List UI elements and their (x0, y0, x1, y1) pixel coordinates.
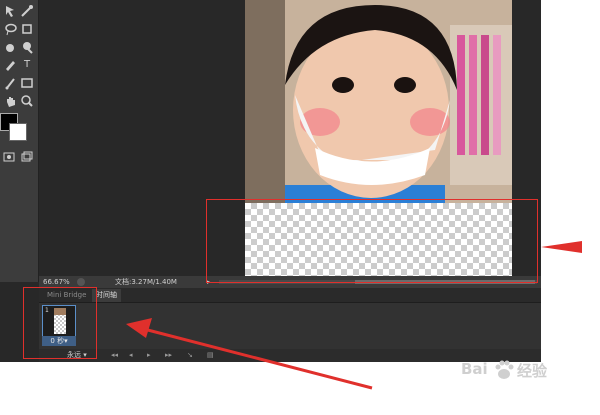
watermark-suffix: 经验 (517, 362, 548, 380)
arrow-bottom-icon (126, 318, 373, 390)
annotation-arrows (126, 241, 582, 390)
watermark-brand: Bai (461, 360, 488, 378)
arrow-right-icon (541, 241, 582, 253)
paw-icon (495, 360, 514, 379)
baidu-watermark: Bai 经验 (453, 356, 593, 384)
